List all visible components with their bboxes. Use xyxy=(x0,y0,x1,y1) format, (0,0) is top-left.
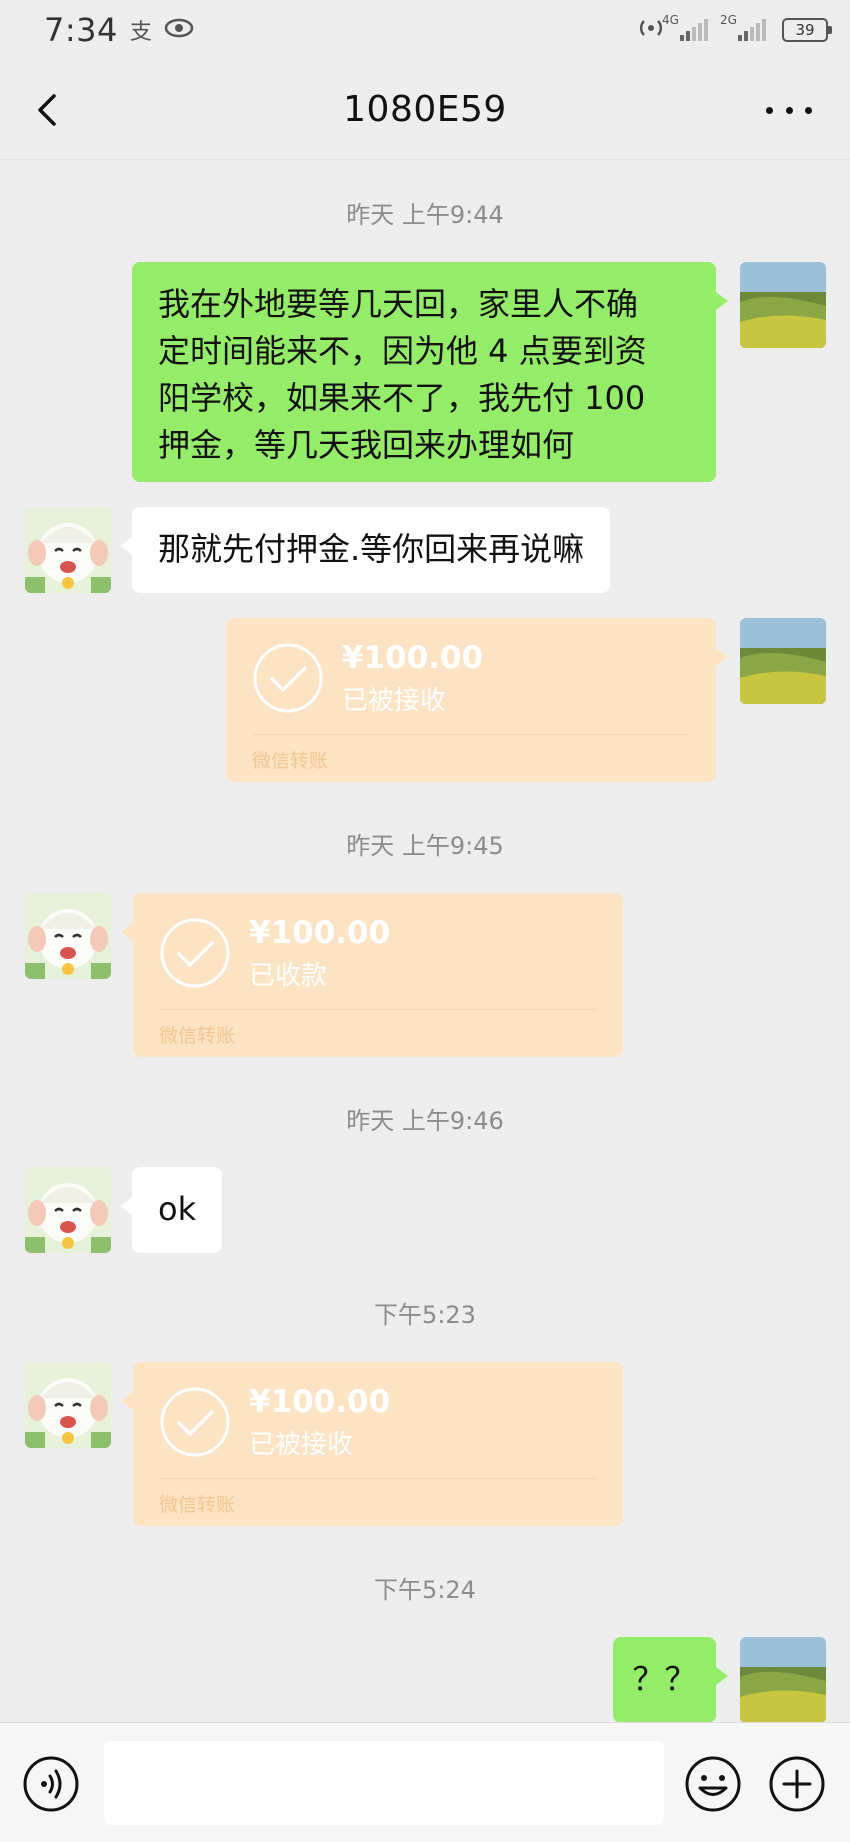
contact-avatar[interactable] xyxy=(25,893,111,979)
timestamp: 下午5:24 xyxy=(374,1576,476,1604)
transfer-status: 已被接收 xyxy=(342,686,447,716)
more-dots-icon[interactable] xyxy=(766,98,812,122)
message-input[interactable] xyxy=(104,1741,664,1825)
chat-title: 1080E59 xyxy=(343,89,507,130)
transfer-status: 已收款 xyxy=(249,961,328,991)
status-time: 7:34 xyxy=(44,11,118,49)
battery-icon: 39 xyxy=(782,18,832,42)
transfer-card-me[interactable]: ¥100.00 已被接收 微信转账 xyxy=(226,618,728,782)
chevron-left-icon[interactable] xyxy=(28,90,68,130)
my-avatar[interactable] xyxy=(740,618,826,704)
check-circle-icon xyxy=(253,643,323,713)
emoji-icon[interactable] xyxy=(684,1755,742,1813)
message-bubble-me[interactable]: 我在外地要等几天回，家里人不确 定时间能来不，因为他 4 点要到资 阳学校，如果… xyxy=(132,262,728,482)
signal-sim2-icon: 2G xyxy=(720,13,766,41)
my-avatar[interactable] xyxy=(740,1637,826,1723)
timestamp: 昨天 上午9:44 xyxy=(346,201,504,229)
message-text: ok xyxy=(158,1190,197,1228)
input-bar xyxy=(0,1722,850,1842)
transfer-label: 微信转账 xyxy=(159,1025,236,1047)
message-bubble-me[interactable]: ？？ xyxy=(613,1637,728,1723)
signal-sim1-icon: 4G xyxy=(662,13,708,41)
transfer-card-contact[interactable]: ¥100.00 已收款 微信转账 xyxy=(121,893,623,1057)
contact-avatar[interactable] xyxy=(25,1167,111,1253)
message-line: 阳学校，如果来不了，我先付 100 xyxy=(158,379,646,417)
message-line: 押金，等几天我回来办理如何 xyxy=(158,426,575,464)
hotspot-icon xyxy=(638,15,664,45)
message-line: 定时间能来不，因为他 4 点要到资 xyxy=(158,332,647,370)
alipay-notification-icon: 支 xyxy=(129,20,152,45)
transfer-amount: ¥100.00 xyxy=(249,915,391,951)
check-circle-icon xyxy=(160,918,230,988)
eye-icon xyxy=(164,18,194,42)
transfer-status: 已被接收 xyxy=(249,1430,354,1460)
divider xyxy=(159,1478,597,1479)
transfer-card-contact[interactable]: ¥100.00 已被接收 微信转账 xyxy=(121,1362,623,1526)
my-avatar[interactable] xyxy=(740,262,826,348)
transfer-label: 微信转账 xyxy=(159,1494,236,1516)
message-text: ？？ xyxy=(632,1660,697,1698)
timestamp: 昨天 上午9:46 xyxy=(346,1107,504,1135)
status-bar: 7:34 支 4G 2G 39 xyxy=(0,0,850,60)
contact-avatar[interactable] xyxy=(25,1362,111,1448)
divider xyxy=(252,734,690,735)
transfer-amount: ¥100.00 xyxy=(249,1384,391,1420)
transfer-amount: ¥100.00 xyxy=(342,640,484,676)
contact-avatar[interactable] xyxy=(25,507,111,593)
check-circle-icon xyxy=(160,1387,230,1457)
plus-icon[interactable] xyxy=(768,1755,826,1813)
transfer-label: 微信转账 xyxy=(252,750,329,772)
timestamp: 昨天 上午9:45 xyxy=(346,832,504,860)
timestamp: 下午5:23 xyxy=(374,1301,476,1329)
message-text: 那就先付押金.等你回来再说嘛 xyxy=(158,530,585,568)
chat-header: 1080E59 xyxy=(0,60,850,160)
voice-icon[interactable] xyxy=(22,1755,80,1813)
divider xyxy=(159,1009,597,1010)
battery-level: 39 xyxy=(795,21,815,39)
message-bubble-contact[interactable]: ok xyxy=(119,1167,223,1253)
message-bubble-contact[interactable]: 那就先付押金.等你回来再说嘛 xyxy=(119,507,611,593)
message-line: 我在外地要等几天回，家里人不确 xyxy=(158,285,639,323)
